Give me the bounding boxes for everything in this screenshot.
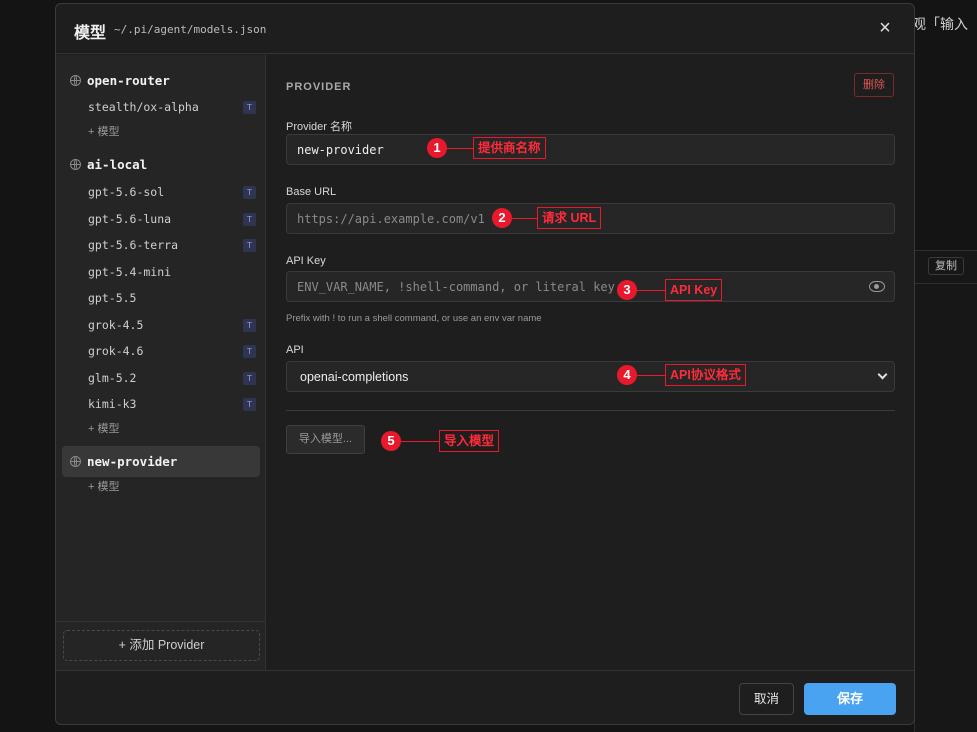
model-badge: T — [243, 397, 256, 411]
annotation-label: API协议格式 — [665, 364, 746, 386]
save-button[interactable]: 保存 — [804, 683, 896, 715]
model-label: gpt-5.6-luna — [88, 212, 172, 226]
copy-button[interactable]: 复制 — [928, 257, 964, 275]
model-badge: T — [243, 100, 256, 114]
model-label: glm-5.2 — [88, 371, 137, 385]
background-text: 观「输入 — [912, 16, 968, 32]
annotation-line — [447, 147, 473, 149]
model-badge: T — [243, 212, 256, 226]
model-label: grok-4.5 — [88, 318, 144, 332]
api-key-label: API Key — [286, 255, 326, 267]
provider-form: PROVIDER 删除 Provider 名称 new-provider Bas… — [267, 55, 914, 670]
provider-label: ai-local — [87, 156, 148, 172]
background-panel — [914, 250, 977, 732]
provider-label: open-router — [87, 72, 170, 88]
globe-icon — [70, 158, 81, 170]
model-label: gpt-5.6-terra — [88, 238, 179, 252]
delete-button[interactable]: 删除 — [854, 73, 894, 97]
sidebar-model-item[interactable]: grok-4.6 T — [88, 341, 256, 361]
sidebar-model-item[interactable]: gpt-5.5 — [88, 288, 256, 308]
globe-icon — [70, 74, 81, 86]
model-label: grok-4.6 — [88, 344, 144, 358]
api-key-placeholder: ENV_VAR_NAME, !shell-command, or literal… — [297, 279, 615, 294]
annotation-number: 5 — [381, 431, 401, 451]
provider-sidebar: open-router stealth/ox-alpha T + 模型 ai-l… — [56, 55, 266, 670]
api-select[interactable]: openai-completions — [286, 361, 895, 392]
annotation-3: 3 API Key — [617, 279, 723, 301]
modal-footer: 取消 保存 — [56, 670, 914, 724]
sidebar-model-item[interactable]: grok-4.5 T — [88, 315, 256, 335]
sidebar-provider-ai-local[interactable]: ai-local — [62, 150, 260, 178]
sidebar-model-item[interactable]: kimi-k3 T — [88, 394, 256, 414]
annotation-number: 4 — [617, 365, 637, 385]
add-model-button[interactable]: + 模型 — [88, 479, 119, 495]
sidebar-provider-new-provider[interactable]: new-provider — [62, 446, 260, 477]
base-url-label: Base URL — [286, 186, 337, 198]
sidebar-model-item[interactable]: gpt-5.6-luna T — [88, 209, 256, 229]
model-badge: T — [243, 371, 256, 385]
add-model-button[interactable]: + 模型 — [88, 421, 119, 437]
sidebar-model-item[interactable]: stealth/ox-alpha T — [88, 97, 256, 117]
globe-icon — [70, 456, 81, 467]
annotation-label: 提供商名称 — [473, 137, 546, 159]
sidebar-provider-open-router[interactable]: open-router — [62, 66, 260, 94]
model-badge: T — [243, 238, 256, 252]
sidebar-model-item[interactable]: gpt-5.6-sol T — [88, 182, 256, 202]
annotation-number: 2 — [492, 208, 512, 228]
provider-name-label: Provider 名称 — [286, 121, 353, 133]
base-url-value: https://api.example.com/v1 — [297, 211, 485, 226]
background-divider — [914, 283, 977, 284]
model-label: stealth/ox-alpha — [88, 100, 199, 114]
chevron-down-icon — [877, 369, 888, 380]
cancel-button[interactable]: 取消 — [739, 683, 794, 715]
sidebar-model-item[interactable]: glm-5.2 T — [88, 368, 256, 388]
annotation-line — [637, 374, 665, 376]
modal-title: 模型 — [74, 25, 107, 42]
provider-label: new-provider — [87, 454, 178, 469]
form-divider — [286, 410, 895, 411]
model-label: kimi-k3 — [88, 397, 137, 411]
annotation-1: 1 提供商名称 — [427, 137, 546, 159]
annotation-label: API Key — [665, 279, 723, 301]
add-model-button[interactable]: + 模型 — [88, 124, 119, 140]
api-select-value: openai-completions — [300, 369, 409, 384]
model-badge: T — [243, 318, 256, 332]
model-badge: T — [243, 344, 256, 358]
models-modal: 模型 ~/.pi/agent/models.json × open-router… — [55, 3, 915, 725]
api-key-input[interactable]: ENV_VAR_NAME, !shell-command, or literal… — [286, 271, 895, 302]
annotation-5: 5 导入模型 — [381, 430, 500, 452]
annotation-line — [637, 289, 665, 291]
model-badge: T — [243, 185, 256, 199]
section-title: PROVIDER — [286, 81, 352, 93]
annotation-line — [512, 217, 537, 219]
provider-name-value: new-provider — [297, 142, 384, 157]
model-label: gpt-5.4-mini — [88, 265, 172, 279]
eye-icon[interactable] — [869, 281, 885, 292]
annotation-number: 1 — [427, 138, 447, 158]
modal-header: 模型 ~/.pi/agent/models.json × — [56, 4, 914, 54]
sidebar-footer: + 添加 Provider — [56, 621, 266, 670]
provider-name-input[interactable]: new-provider — [286, 134, 895, 165]
import-models-button[interactable]: 导入模型... — [286, 425, 365, 454]
annotation-number: 3 — [617, 280, 637, 300]
config-path: ~/.pi/agent/models.json — [114, 23, 267, 36]
annotation-line — [401, 440, 439, 442]
close-icon[interactable]: × — [874, 17, 896, 39]
api-label: API — [286, 344, 304, 356]
annotation-4: 4 API协议格式 — [617, 364, 746, 386]
api-key-hint: Prefix with ! to run a shell command, or… — [286, 313, 542, 324]
model-label: gpt-5.5 — [88, 291, 137, 305]
annotation-label: 导入模型 — [439, 430, 500, 452]
annotation-2: 2 请求 URL — [492, 207, 602, 229]
annotation-label: 请求 URL — [537, 207, 602, 229]
add-provider-button[interactable]: + 添加 Provider — [63, 630, 260, 661]
sidebar-model-item[interactable]: gpt-5.6-terra T — [88, 235, 256, 255]
sidebar-model-item[interactable]: gpt-5.4-mini — [88, 262, 256, 282]
model-label: gpt-5.6-sol — [88, 185, 165, 199]
